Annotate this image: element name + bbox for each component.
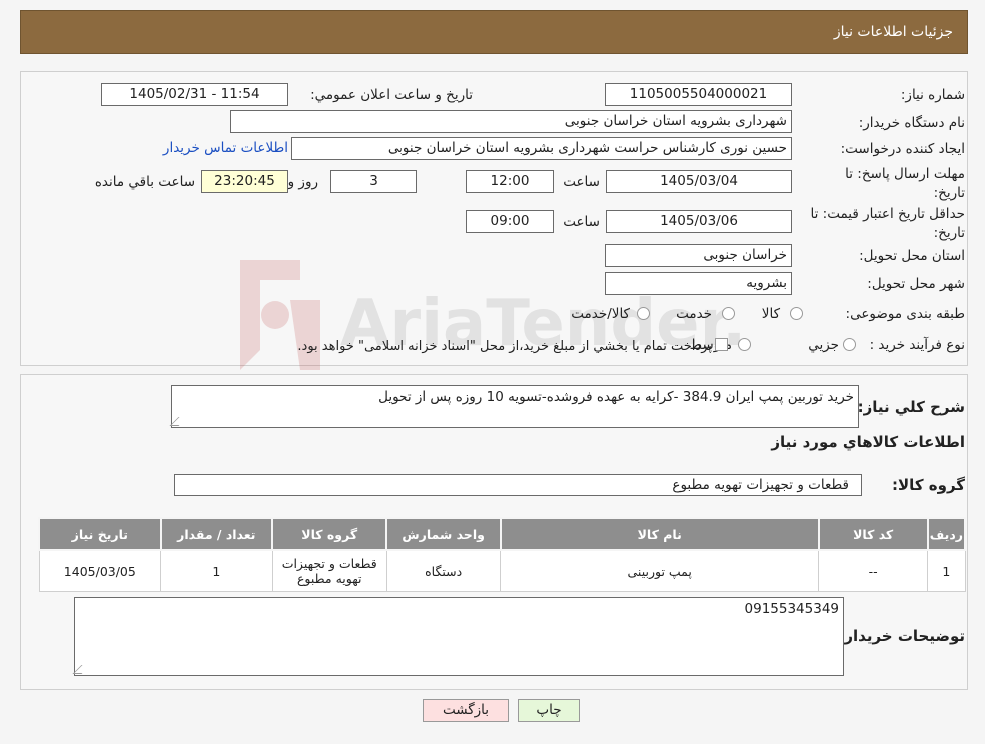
cell-date: 1405/03/05	[38, 549, 162, 592]
goods-table: رديف كد كالا نام كالا واحد شمارش گروه كا…	[38, 517, 967, 592]
deadline-date-field: 1405/03/04	[606, 170, 792, 193]
category-goods-label: كالا	[761, 306, 780, 322]
requester-label: ايجاد كننده درخواست:	[840, 141, 965, 157]
announce-date-label: تاریخ و ساعت اعلان عمومي:	[310, 87, 473, 103]
col-name: نام كالا	[499, 517, 820, 551]
need-number-field: 1105005504000021	[605, 83, 792, 106]
description-text: خرید توربین پمپ ایران 384.9 -کرایه به عه…	[378, 389, 854, 405]
cell-qty: 1	[160, 549, 273, 592]
process-small-radio[interactable]	[843, 338, 856, 351]
city-label: شهر محل تحويل:	[867, 276, 965, 292]
process-type-label: نوع فرآيند خريد :	[869, 337, 965, 353]
city-field: بشرویه	[605, 272, 792, 295]
col-code: كد كالا	[817, 517, 929, 551]
province-label: استان محل تحويل:	[859, 248, 965, 264]
category-goods-service-radio[interactable]	[637, 307, 650, 320]
deadline-label: مهلت ارسال پاسخ: تا تاريخ:	[845, 166, 965, 201]
requester-field: حسین نوری کارشناس حراست شهرداری بشرویه ا…	[291, 137, 792, 160]
resize-handle-icon[interactable]	[169, 417, 188, 426]
goods-table-wrap: رديف كد كالا نام كالا واحد شمارش گروه كا…	[38, 517, 967, 592]
announce-date-field: 1405/02/31 - 11:54	[101, 83, 288, 106]
need-number-label: شماره نیاز:	[900, 87, 965, 103]
col-row: رديف	[926, 517, 967, 551]
category-label: طبقه بندی موضوعی:	[845, 306, 965, 322]
deadline-days-label: روز و	[287, 174, 318, 190]
category-service-label: خدمت	[676, 306, 712, 322]
deadline-time-field: 12:00	[466, 170, 554, 193]
validity-time-field: 09:00	[466, 210, 554, 233]
cell-group: قطعات و تجهیزات تهویه مطبوع	[271, 549, 387, 592]
deadline-days-field: 3	[330, 170, 417, 193]
category-goods-radio[interactable]	[790, 307, 803, 320]
process-small-label: جزيي	[808, 337, 839, 353]
category-goods-service-label: كالا/خدمت	[571, 306, 630, 322]
cell-name: پمپ توربینی	[500, 549, 820, 592]
province-field: خراسان جنوبی	[605, 244, 792, 267]
validity-label: حداقل تاريخ اعتبار قيمت: تا تاريخ:	[810, 206, 965, 241]
deadline-time-label: ساعت	[563, 174, 600, 190]
goods-group-label: گروه كالا:	[892, 476, 965, 494]
cell-unit: دستگاه	[385, 549, 502, 592]
process-medium-radio[interactable]	[738, 338, 751, 351]
description-field: خرید توربین پمپ ایران 384.9 -کرایه به عه…	[169, 385, 859, 428]
back-button[interactable]: بازگشت	[423, 699, 509, 722]
resize-handle-icon[interactable]	[72, 665, 91, 674]
col-date: تاريخ نياز	[38, 517, 162, 551]
cell-row: 1	[927, 549, 966, 592]
buyer-contact-link[interactable]: اطلاعات تماس خريدار	[163, 140, 288, 156]
table-row: 1 -- پمپ توربینی دستگاه قطعات و تجهیزات …	[38, 549, 966, 592]
remaining-time-field: 23:20:45	[201, 170, 288, 193]
table-header-row: رديف كد كالا نام كالا واحد شمارش گروه كا…	[38, 517, 967, 551]
col-qty: تعداد / مقدار	[159, 517, 274, 551]
validity-date-field: 1405/03/06	[606, 210, 792, 233]
category-service-radio[interactable]	[722, 307, 735, 320]
description-label: شرح كلي نياز:	[857, 398, 965, 416]
cell-code: --	[818, 549, 929, 592]
buyer-notes-text: 09155345349	[744, 601, 839, 617]
col-group: گروه كالا	[271, 517, 388, 551]
buyer-org-field: شهرداری بشرویه استان خراسان جنوبی	[230, 110, 792, 133]
page-title: جزئیات اطلاعات نیاز	[833, 24, 953, 40]
col-unit: واحد شمارش	[385, 517, 502, 551]
treasury-checkbox[interactable]	[715, 338, 728, 351]
goods-info-title: اطلاعات كالاهاي مورد نياز	[771, 433, 965, 451]
validity-time-label: ساعت	[563, 214, 600, 230]
buyer-org-label: نام دستگاه خريدار:	[858, 115, 965, 131]
treasury-note: پرداخت تمام يا بخشي از مبلغ خريد،از محل …	[297, 339, 712, 354]
remaining-time-label: ساعت باقي مانده	[94, 174, 195, 190]
buyer-notes-label: توضيحات خريدار:	[838, 627, 965, 645]
buyer-notes-field: 09155345349	[72, 597, 844, 676]
goods-group-field: قطعات و تجهیزات تهویه مطبوع	[174, 474, 862, 496]
page-header: جزئیات اطلاعات نیاز	[20, 10, 968, 54]
print-button[interactable]: چاپ	[518, 699, 580, 722]
